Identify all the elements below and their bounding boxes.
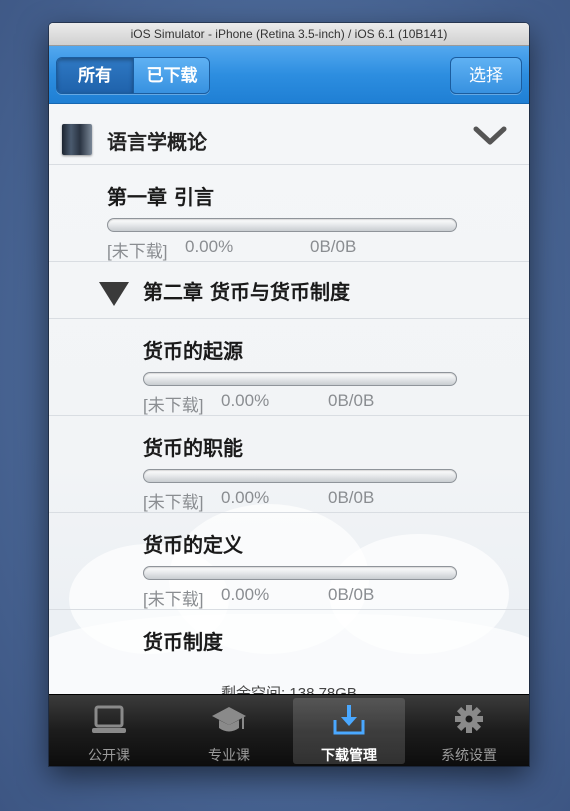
- download-status: [未下载]: [143, 590, 204, 609]
- chevron-down-icon[interactable]: [473, 126, 507, 146]
- download-icon: [333, 705, 365, 735]
- download-percent: 0.00%: [221, 488, 270, 507]
- segment-downloaded[interactable]: 已下载: [133, 58, 209, 93]
- tab-download-manager[interactable]: 下载管理: [289, 695, 409, 766]
- filter-segmented-control: 所有 已下载: [56, 57, 210, 94]
- progress-bar: [143, 372, 457, 386]
- tab-label: 下载管理: [321, 747, 377, 763]
- navigation-bar: 所有 已下载 选择: [49, 46, 529, 104]
- book-header-row[interactable]: 语言学概论: [49, 104, 529, 165]
- list-item[interactable]: 货币的起源 [未下载] 0.00% 0B/0B: [49, 319, 529, 416]
- progress-bar: [107, 218, 457, 232]
- list-item[interactable]: 货币的定义 [未下载] 0.00% 0B/0B: [49, 513, 529, 610]
- list-item[interactable]: 第一章 引言 [未下载] 0.00% 0B/0B: [49, 165, 529, 262]
- tab-label: 系统设置: [441, 747, 497, 763]
- download-size: 0B/0B: [328, 391, 375, 410]
- storage-remaining: 剩余空间: 138.78GB: [221, 685, 357, 694]
- item-title: 货币的定义: [143, 533, 243, 557]
- download-status: [未下载]: [107, 242, 168, 261]
- book-title: 语言学概论: [107, 130, 207, 154]
- tab-bar: 公开课 专业课 下载管理 系统设置: [49, 694, 529, 766]
- download-status: [未下载]: [143, 396, 204, 415]
- simulator-window: iOS Simulator - iPhone (Retina 3.5-inch)…: [49, 23, 529, 766]
- download-size: 0B/0B: [328, 585, 375, 604]
- tab-major-courses[interactable]: 专业课: [169, 695, 289, 766]
- item-title: 货币的起源: [143, 339, 243, 363]
- tab-label: 公开课: [88, 747, 130, 763]
- book-icon: [62, 124, 92, 155]
- progress-bar: [143, 566, 457, 580]
- gear-icon: [455, 705, 483, 733]
- triangle-down-icon: [99, 282, 129, 306]
- item-title: 货币制度: [143, 630, 223, 654]
- window-titlebar: iOS Simulator - iPhone (Retina 3.5-inch)…: [49, 23, 529, 46]
- section-title: 第二章 货币与货币制度: [143, 280, 350, 304]
- download-percent: 0.00%: [221, 391, 270, 410]
- laptop-icon: [92, 705, 126, 733]
- list-item[interactable]: 货币的职能 [未下载] 0.00% 0B/0B: [49, 416, 529, 513]
- download-status: [未下载]: [143, 493, 204, 512]
- tab-settings[interactable]: 系统设置: [409, 695, 529, 766]
- tab-open-courses[interactable]: 公开课: [49, 695, 169, 766]
- graduation-cap-icon: [212, 707, 246, 732]
- download-percent: 0.00%: [185, 237, 234, 256]
- download-size: 0B/0B: [328, 488, 375, 507]
- item-title: 第一章 引言: [107, 185, 214, 209]
- section-row[interactable]: 第二章 货币与货币制度: [49, 262, 529, 319]
- progress-bar: [143, 469, 457, 483]
- download-size: 0B/0B: [310, 237, 357, 256]
- tab-label: 专业课: [208, 747, 250, 763]
- select-button[interactable]: 选择: [450, 57, 522, 94]
- segment-all[interactable]: 所有: [57, 58, 133, 93]
- download-percent: 0.00%: [221, 585, 270, 604]
- item-title: 货币的职能: [143, 436, 243, 460]
- download-list: 语言学概论 第一章 引言 [未下载] 0.00% 0B/0B 第二章 货币与货币…: [49, 104, 529, 694]
